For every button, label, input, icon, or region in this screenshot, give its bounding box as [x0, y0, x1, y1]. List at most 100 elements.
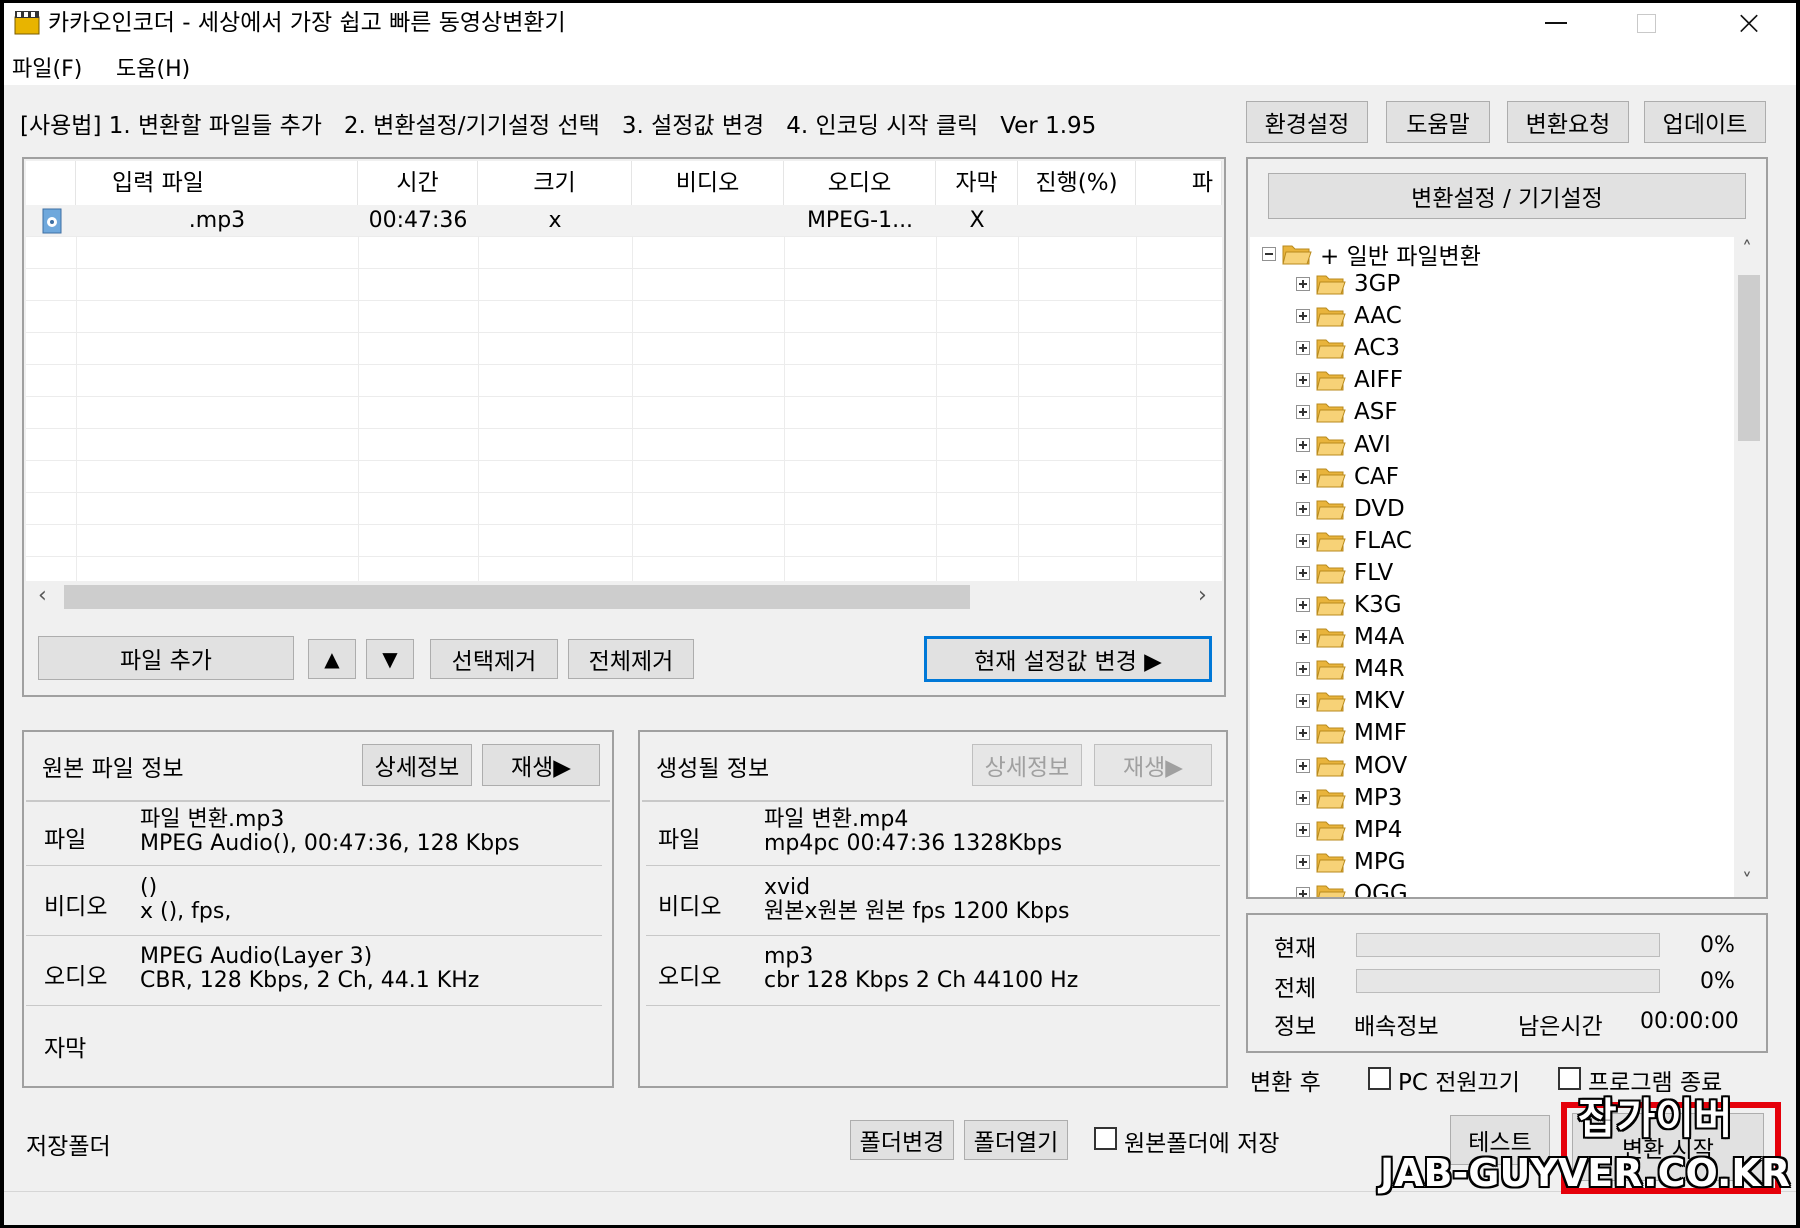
expand-icon[interactable] — [1296, 341, 1310, 356]
scroll-up-icon[interactable]: ˄ — [1742, 237, 1752, 261]
col-progress[interactable]: 진행(%) — [1018, 161, 1136, 205]
source-play-button[interactable]: 재생▶ — [482, 744, 600, 786]
tree-vscrollbar[interactable]: ˄ ˅ — [1734, 237, 1764, 897]
move-down-button[interactable]: ▼ — [366, 639, 414, 679]
col-video[interactable]: 비디오 — [632, 161, 784, 205]
table-row[interactable]: .mp3 00:47:36 x MPEG-1... X — [26, 205, 1222, 237]
tree-item-flv[interactable]: FLV — [1296, 558, 1393, 588]
expand-icon[interactable] — [1296, 501, 1310, 516]
col-input-file[interactable]: 입력 파일 — [76, 161, 358, 205]
expand-icon[interactable] — [1296, 373, 1310, 388]
scroll-right-icon[interactable]: › — [1198, 583, 1207, 608]
cell-size: x — [548, 208, 562, 233]
col-time[interactable]: 시간 — [358, 161, 478, 205]
close-button[interactable]: × — [1704, 3, 1794, 43]
folder-icon — [1316, 498, 1346, 520]
output-play-button[interactable]: 재생▶ — [1094, 744, 1212, 786]
folder-icon — [1316, 883, 1346, 897]
format-tree[interactable]: + 일반 파일변환 3GP AAC AC3 AIFF ASF AVI CAF DVD FLAC F… — [1250, 237, 1734, 897]
expand-icon[interactable] — [1296, 886, 1310, 897]
tree-item-label: M4A — [1354, 624, 1405, 651]
tree-item-mp4[interactable]: MP4 — [1296, 815, 1402, 845]
help-button[interactable]: 도움말 — [1386, 101, 1490, 143]
move-up-button[interactable]: ▲ — [308, 639, 356, 679]
device-settings-button[interactable]: 변환설정 / 기기설정 — [1268, 173, 1746, 219]
tree-item-m4a[interactable]: M4A — [1296, 622, 1404, 652]
usage-step-2: 2. 변환설정/기기설정 선택 — [343, 113, 600, 139]
remove-all-button[interactable]: 전체제거 — [568, 639, 694, 679]
expand-icon[interactable] — [1296, 565, 1310, 580]
tree-item-caf[interactable]: CAF — [1296, 462, 1399, 492]
output-audio-codec: mp3 — [764, 944, 814, 969]
expand-icon[interactable] — [1296, 469, 1310, 484]
scroll-left-icon[interactable]: ‹ — [38, 583, 47, 608]
expand-icon[interactable] — [1296, 694, 1310, 709]
scroll-down-icon[interactable]: ˅ — [1742, 869, 1752, 893]
tree-root-label: + 일반 파일변환 — [1320, 244, 1481, 270]
cell-file: .mp3 — [188, 208, 246, 233]
tree-item-k3g[interactable]: K3G — [1296, 590, 1402, 620]
vscroll-thumb[interactable] — [1738, 275, 1760, 441]
source-subtitle-label: 자막 — [44, 1036, 87, 1062]
remove-selected-button[interactable]: 선택제거 — [430, 639, 558, 679]
collapse-icon[interactable] — [1262, 247, 1276, 261]
tree-item-aac[interactable]: AAC — [1296, 301, 1402, 331]
tree-item-m4r[interactable]: M4R — [1296, 654, 1404, 684]
tree-item-flac[interactable]: FLAC — [1296, 526, 1412, 556]
expand-icon[interactable] — [1296, 437, 1310, 452]
folder-icon — [1316, 530, 1346, 552]
source-detail-button[interactable]: 상세정보 — [362, 744, 472, 786]
col-size[interactable]: 크기 — [478, 161, 632, 205]
open-folder-button[interactable]: 폴더열기 — [964, 1120, 1068, 1160]
expand-icon[interactable] — [1296, 758, 1310, 773]
expand-icon[interactable] — [1296, 790, 1310, 805]
expand-icon[interactable] — [1296, 726, 1310, 741]
col-more[interactable]: 파 — [1136, 161, 1222, 205]
preferences-button[interactable]: 환경설정 — [1246, 101, 1368, 143]
expand-icon[interactable] — [1296, 822, 1310, 837]
minimize-button[interactable] — [1511, 3, 1601, 43]
file-list[interactable]: 입력 파일 시간 크기 비디오 오디오 자막 진행(%) 파 .mp3 00:4… — [26, 161, 1222, 581]
col-subtitle[interactable]: 자막 — [936, 161, 1018, 205]
expand-icon[interactable] — [1296, 598, 1310, 612]
expand-icon[interactable] — [1296, 277, 1310, 291]
tree-item-mov[interactable]: MOV — [1296, 751, 1407, 781]
col-audio[interactable]: 오디오 — [784, 161, 936, 205]
tree-item-dvd[interactable]: DVD — [1296, 494, 1405, 524]
expand-icon[interactable] — [1296, 662, 1310, 677]
tree-item-ogg[interactable]: OGG — [1296, 879, 1408, 897]
expand-icon[interactable] — [1296, 630, 1310, 645]
expand-icon[interactable] — [1296, 309, 1310, 324]
maximize-button[interactable] — [1601, 3, 1691, 43]
pc-off-label: PC 전원끄기 — [1398, 1070, 1520, 1096]
save-original-folder-checkbox[interactable] — [1094, 1127, 1117, 1150]
request-conversion-button[interactable]: 변환요청 — [1507, 101, 1629, 143]
menu-help[interactable]: 도움(H) — [116, 51, 190, 83]
tree-item-avi[interactable]: AVI — [1296, 430, 1391, 460]
info-label: 정보 — [1274, 1014, 1317, 1040]
folder-icon — [1316, 787, 1346, 809]
tree-item-mp3[interactable]: MP3 — [1296, 783, 1402, 813]
menu-file[interactable]: 파일(F) — [12, 51, 82, 83]
tree-root[interactable]: + 일반 파일변환 — [1262, 239, 1481, 270]
tree-item-mmf[interactable]: MMF — [1296, 718, 1407, 748]
tree-item-3gp[interactable]: 3GP — [1296, 269, 1400, 299]
hscroll-thumb[interactable] — [64, 585, 970, 609]
tree-item-ac3[interactable]: AC3 — [1296, 333, 1400, 363]
output-file-label: 파일 — [658, 827, 701, 853]
tree-item-asf[interactable]: ASF — [1296, 397, 1398, 427]
folder-icon — [1316, 690, 1346, 712]
expand-icon[interactable] — [1296, 405, 1310, 420]
expand-icon[interactable] — [1296, 533, 1310, 548]
change-folder-button[interactable]: 폴더변경 — [850, 1120, 954, 1160]
update-button[interactable]: 업데이트 — [1644, 101, 1766, 143]
apply-settings-button[interactable]: 현재 설정값 변경 ▶ — [924, 636, 1212, 682]
file-list-hscrollbar[interactable]: ‹ › — [26, 581, 1222, 613]
output-detail-button[interactable]: 상세정보 — [972, 744, 1082, 786]
pc-off-checkbox[interactable] — [1368, 1067, 1391, 1090]
tree-item-mkv[interactable]: MKV — [1296, 686, 1405, 716]
tree-item-aiff[interactable]: AIFF — [1296, 365, 1403, 395]
expand-icon[interactable] — [1296, 854, 1310, 869]
add-file-button[interactable]: 파일 추가 — [38, 636, 294, 680]
tree-item-mpg[interactable]: MPG — [1296, 847, 1406, 877]
